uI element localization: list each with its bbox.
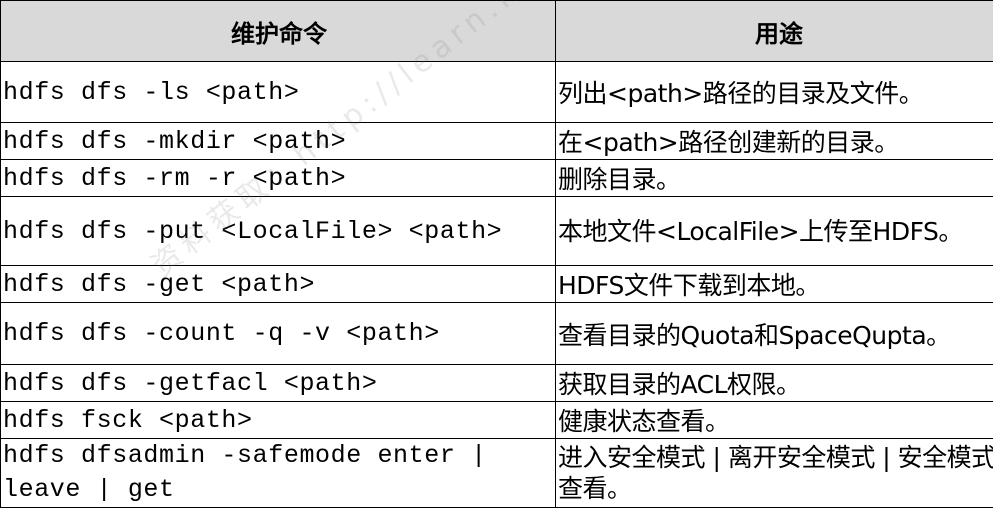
table-row: hdfs dfs -get <path> HDFS文件下载到本地。 <box>0 265 993 303</box>
page: 维护命令 用途 hdfs dfs -ls <path> 列出<path>路径的目… <box>0 0 993 510</box>
usage-cell: 列出<path>路径的目录及文件。 <box>555 61 993 123</box>
command-cell: hdfs dfs -ls <path> <box>0 61 556 123</box>
table-row: hdfs dfs -count -q -v <path> 查看目录的Quota和… <box>0 302 993 365</box>
command-cell: hdfs dfs -get <path> <box>0 265 556 303</box>
command-cell: hdfs dfsadmin -safemode enter | leave | … <box>0 438 556 508</box>
command-cell: hdfs dfs -put <LocalFile> <path> <box>0 196 556 266</box>
command-cell: hdfs dfs -mkdir <path> <box>0 122 556 160</box>
header-usage: 用途 <box>555 0 993 62</box>
usage-cell: 健康状态查看。 <box>555 401 993 439</box>
command-table: 维护命令 用途 hdfs dfs -ls <path> 列出<path>路径的目… <box>0 0 993 508</box>
header-command: 维护命令 <box>0 0 556 62</box>
command-cell: hdfs fsck <path> <box>0 401 556 439</box>
usage-cell: 删除目录。 <box>555 159 993 197</box>
command-cell: hdfs dfs -rm -r <path> <box>0 159 556 197</box>
table-header-row: 维护命令 用途 <box>0 0 993 62</box>
usage-cell: 查看目录的Quota和SpaceQupta。 <box>555 302 993 365</box>
table-row: hdfs dfs -ls <path> 列出<path>路径的目录及文件。 <box>0 61 993 123</box>
table-row: hdfs dfs -rm -r <path> 删除目录。 <box>0 159 993 197</box>
table-row: hdfs dfs -put <LocalFile> <path> 本地文件<Lo… <box>0 196 993 266</box>
table-row: hdfs fsck <path> 健康状态查看。 <box>0 401 993 439</box>
table-row: hdfs dfs -getfacl <path> 获取目录的ACL权限。 <box>0 364 993 402</box>
table-row: hdfs dfs -mkdir <path> 在<path>路径创建新的目录。 <box>0 122 993 160</box>
usage-cell: 本地文件<LocalFile>上传至HDFS。 <box>555 196 993 266</box>
usage-cell: 在<path>路径创建新的目录。 <box>555 122 993 160</box>
command-cell: hdfs dfs -getfacl <path> <box>0 364 556 402</box>
usage-cell: HDFS文件下载到本地。 <box>555 265 993 303</box>
command-cell: hdfs dfs -count -q -v <path> <box>0 302 556 365</box>
usage-cell: 进入安全模式 | 离开安全模式 | 安全模式查看。 <box>555 438 993 508</box>
table-row: hdfs dfsadmin -safemode enter | leave | … <box>0 438 993 508</box>
usage-cell: 获取目录的ACL权限。 <box>555 364 993 402</box>
